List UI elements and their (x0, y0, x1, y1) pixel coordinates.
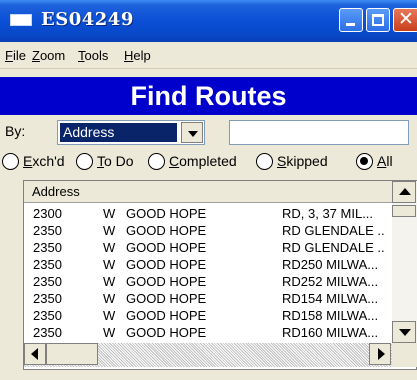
address-direction: W (103, 257, 116, 272)
address-detail: RD154 MILWA... (282, 291, 379, 306)
address-street: GOOD HOPE (126, 308, 207, 323)
address-street: GOOD HOPE (126, 274, 207, 289)
search-by-select[interactable]: Address (57, 120, 205, 145)
address-number: 2350 (33, 223, 62, 238)
horizontal-scrollbar[interactable] (24, 343, 392, 367)
search-by-value: Address (60, 123, 177, 142)
maximize-icon (372, 14, 384, 26)
list-item[interactable]: 2350 W GOOD HOPE RD250 MILWA... (24, 256, 392, 273)
window-title: ES04249 (41, 9, 134, 30)
address-detail: RD250 MILWA... (282, 257, 379, 272)
scroll-right-button[interactable] (369, 343, 391, 365)
menu-zoom[interactable]: Zoom (32, 48, 65, 63)
close-button[interactable]: ✕ (393, 8, 417, 32)
maximize-button[interactable] (366, 8, 390, 32)
address-street: GOOD HOPE (126, 257, 207, 272)
radio-checked-icon (356, 153, 373, 170)
address-street: GOOD HOPE (126, 325, 207, 340)
address-direction: W (103, 240, 116, 255)
scrollbar-corner (392, 343, 417, 367)
address-street: GOOD HOPE (126, 206, 207, 221)
search-input[interactable] (229, 120, 409, 145)
minimize-button[interactable] (339, 8, 363, 32)
address-direction: W (103, 223, 116, 238)
list-item[interactable]: 2300 W GOOD HOPE RD, 3, 37 MIL... (24, 205, 392, 222)
address-direction: W (103, 291, 116, 306)
menu-tools[interactable]: Tools (78, 48, 108, 63)
address-number: 2350 (33, 291, 62, 306)
filter-completed-label: Completed (169, 153, 237, 169)
address-street: GOOD HOPE (126, 223, 207, 238)
list-item[interactable]: 2350 W GOOD HOPE RD160 MILWA... (24, 324, 392, 341)
address-direction: W (103, 274, 116, 289)
menu-help[interactable]: Help (124, 48, 151, 63)
route-list[interactable]: Address 2300 W GOOD HOPE RD, 3, 37 MIL..… (23, 180, 417, 370)
column-header-address[interactable]: Address (32, 184, 80, 199)
address-detail: RD252 MILWA... (282, 274, 379, 289)
vertical-scrollbar[interactable] (392, 181, 417, 343)
arrow-right-icon (378, 348, 385, 360)
address-number: 2350 (33, 274, 62, 289)
close-icon: ✕ (398, 9, 414, 30)
scroll-left-button[interactable] (24, 343, 46, 365)
app-window: ES04249 ✕ File Zoom Tools Help Find Rout… (0, 0, 417, 380)
window-icon (10, 14, 32, 26)
filter-todo-label: To Do (97, 153, 134, 169)
list-rows: 2300 W GOOD HOPE RD, 3, 37 MIL... 2350 W… (24, 205, 392, 343)
list-item[interactable]: 2350 W GOOD HOPE RD GLENDALE .. (24, 222, 392, 239)
address-number: 2350 (33, 308, 62, 323)
address-detail: RD GLENDALE .. (282, 240, 385, 255)
list-item[interactable]: 2350 W GOOD HOPE RD154 MILWA... (24, 290, 392, 307)
arrow-up-icon (399, 188, 411, 195)
arrow-left-icon (31, 348, 38, 360)
address-number: 2350 (33, 240, 62, 255)
address-street: GOOD HOPE (126, 291, 207, 306)
scroll-down-button[interactable] (392, 321, 416, 343)
address-direction: W (103, 206, 116, 221)
list-item[interactable]: 2350 W GOOD HOPE RD158 MILWA... (24, 307, 392, 324)
arrow-down-icon (399, 329, 411, 336)
list-item[interactable]: 2350 W GOOD HOPE RD252 MILWA... (24, 273, 392, 290)
address-direction: W (103, 308, 116, 323)
minimize-icon (346, 23, 355, 26)
menu-file[interactable]: File (5, 48, 26, 63)
radio-unchecked-icon (76, 153, 93, 170)
title-bar[interactable]: ES04249 ✕ (0, 0, 417, 42)
radio-unchecked-icon (256, 153, 273, 170)
search-by-label: By: (5, 123, 26, 139)
filter-all-label: All (377, 153, 393, 169)
address-number: 2350 (33, 325, 62, 340)
address-detail: RD, 3, 37 MIL... (282, 206, 374, 221)
list-item[interactable]: 2350 W GOOD HOPE RD GLENDALE .. (24, 239, 392, 256)
address-detail: RD160 MILWA... (282, 325, 379, 340)
vertical-scroll-thumb[interactable] (392, 205, 416, 217)
radio-unchecked-icon (2, 153, 19, 170)
address-detail: RD158 MILWA... (282, 308, 379, 323)
address-number: 2300 (33, 206, 62, 221)
dropdown-button[interactable] (181, 122, 203, 143)
horizontal-scroll-thumb[interactable] (46, 343, 98, 365)
address-detail: RD GLENDALE .. (282, 223, 385, 238)
page-title: Find Routes (0, 77, 417, 115)
address-street: GOOD HOPE (126, 240, 207, 255)
address-number: 2350 (33, 257, 62, 272)
list-header[interactable]: Address (24, 181, 392, 203)
filter-skipped-label: Skipped (277, 153, 328, 169)
filter-exchd-label: Exch'd (23, 153, 65, 169)
address-direction: W (103, 325, 116, 340)
scroll-up-button[interactable] (392, 181, 416, 203)
menu-bar: File Zoom Tools Help (0, 42, 417, 69)
radio-unchecked-icon (148, 153, 165, 170)
chevron-down-icon (188, 131, 198, 137)
